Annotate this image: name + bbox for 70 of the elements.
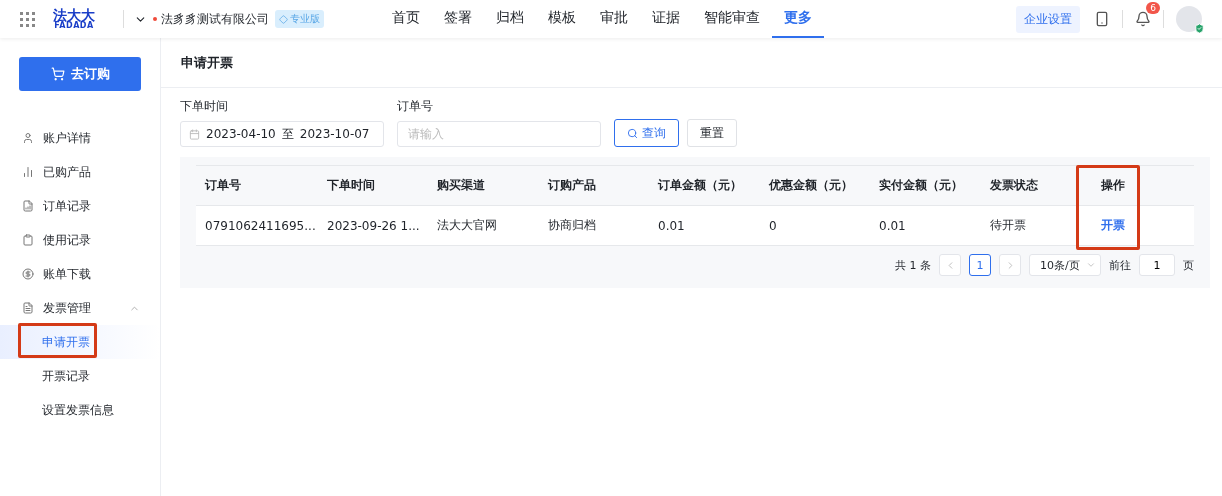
company-name[interactable]: 法豸豸测试有限公司 (161, 10, 269, 28)
nav-tab[interactable]: 模板 (536, 0, 588, 38)
column-header: 购买渠道 (436, 177, 486, 194)
document-icon (22, 200, 34, 212)
page-size-select[interactable]: 10条/页 (1029, 254, 1101, 276)
column-header: 发票状态 (989, 177, 1039, 194)
column-header: 优惠金额（元） (767, 177, 854, 194)
logo-wordmark: FADADA (54, 22, 94, 30)
calendar-icon (189, 128, 200, 140)
sidebar-subitem[interactable]: 开票记录 (0, 359, 160, 393)
settings-button[interactable]: 企业设置 (1016, 5, 1080, 33)
nav-tab[interactable]: 证据 (640, 0, 692, 38)
nav-tab[interactable]: 智能审查 (692, 0, 772, 38)
goto-label: 前往 (1109, 257, 1131, 273)
reset-button[interactable]: 重置 (687, 119, 737, 147)
logo-mark: 法大大 (53, 8, 95, 22)
sidebar-subitem[interactable]: 设置发票信息 (0, 393, 160, 427)
column-header: 下单时间 (326, 177, 376, 194)
column-header: 订购产品 (546, 177, 597, 194)
column-header: 操作 (1092, 177, 1194, 194)
order-number-field[interactable]: 请输入 (397, 121, 601, 147)
sidebar-item[interactable]: 账户详情 (43, 129, 91, 147)
table-cell-text: 0.01 (657, 218, 686, 233)
issue-invoice-link[interactable]: 开票 (1092, 217, 1194, 234)
table-cell-text: 协商归档 (547, 217, 597, 234)
user-icon (22, 132, 34, 144)
table-cell-text: 2023-09-26 1... (326, 218, 421, 233)
bar-chart-icon (22, 166, 34, 178)
search-button[interactable]: 查询 (614, 119, 679, 147)
table-cell-text: 0.01 (878, 218, 907, 233)
nav-tab[interactable]: 审批 (588, 0, 640, 38)
edition-badge: 专业版 (275, 10, 324, 28)
column-header: 实付金额（元） (878, 177, 964, 194)
field-label: 订单号 (397, 98, 434, 115)
nav-tab[interactable]: 签署 (432, 0, 484, 38)
page-suffix: 页 (1183, 257, 1194, 273)
nav-tab[interactable]: 首页 (380, 0, 432, 38)
column-header: 订单金额（元） (656, 177, 743, 194)
table-cell-text: 0 (768, 218, 778, 233)
notification-count: 6 (1146, 2, 1160, 14)
table-cell-text: 0791062411695... (204, 218, 317, 233)
chevron-down-icon (1086, 260, 1096, 270)
date-range-field[interactable]: 2023-04-10 至 2023-10-07 (180, 121, 384, 147)
phone-icon[interactable] (1094, 11, 1110, 27)
clipboard-icon (22, 234, 34, 246)
table-cell-text: 待开票 (989, 217, 1027, 234)
invoice-icon (22, 302, 34, 314)
sidebar-item[interactable]: 已购产品 (43, 163, 91, 181)
field-label: 下单时间 (180, 98, 229, 115)
total-count: 共 1 条 (895, 257, 931, 273)
sidebar-item[interactable]: 使用记录 (43, 231, 91, 249)
cart-icon (50, 67, 65, 81)
status-dot (153, 17, 157, 21)
page-title: 申请开票 (181, 53, 233, 72)
nav-tab[interactable]: 更多 (772, 0, 824, 38)
table-cell-text: 法大大官网 (436, 217, 498, 234)
sidebar-item[interactable]: 发票管理 (43, 299, 91, 317)
avatar[interactable] (1176, 6, 1202, 32)
coin-icon (22, 268, 34, 280)
apps-icon[interactable] (20, 11, 35, 27)
goto-page-field[interactable]: 1 (1139, 254, 1175, 276)
nav-tab[interactable]: 归档 (484, 0, 536, 38)
page-button[interactable]: 1 (969, 254, 991, 276)
search-icon (627, 127, 638, 139)
sidebar-item[interactable]: 订单记录 (43, 197, 91, 215)
column-header: 订单号 (203, 177, 242, 194)
bell-icon[interactable] (1135, 11, 1151, 27)
sidebar-item[interactable]: 账单下载 (43, 265, 91, 283)
order-button[interactable]: 去订购 (19, 57, 141, 91)
verified-icon (1194, 23, 1205, 34)
